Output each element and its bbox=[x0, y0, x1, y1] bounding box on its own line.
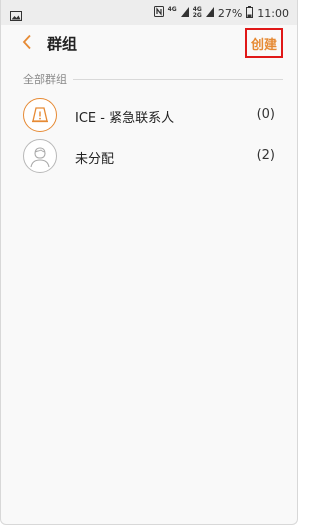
warning-icon bbox=[23, 98, 57, 132]
battery-icon bbox=[246, 5, 254, 21]
signal-icon-1 bbox=[180, 6, 189, 20]
network-type-2: 4G 2G bbox=[192, 6, 202, 19]
network-type-1: 4G bbox=[167, 6, 177, 13]
battery-percent: 27% bbox=[217, 6, 243, 20]
group-name: 未分配 bbox=[75, 152, 115, 167]
status-bar: 4G 4G 2G 27% 11:00 bbox=[1, 0, 297, 25]
app-bar: 群组 创建 bbox=[1, 25, 297, 65]
divider bbox=[73, 78, 283, 80]
section-header: 全部群组 bbox=[23, 72, 283, 86]
create-button[interactable]: 创建 bbox=[245, 28, 283, 58]
group-count: (2) bbox=[256, 148, 275, 163]
signal-icon-2 bbox=[205, 6, 214, 20]
back-button[interactable] bbox=[18, 33, 36, 55]
page-title: 群组 bbox=[47, 35, 78, 53]
person-icon bbox=[23, 139, 57, 173]
nfc-icon bbox=[153, 6, 164, 20]
clock: 11:00 bbox=[257, 6, 289, 20]
app-frame: 4G 4G 2G 27% 11:00 群组 创建 全部群组 ICE - 紧急联系… bbox=[0, 0, 298, 525]
list-item-ice[interactable]: ICE - 紧急联系人 (0) bbox=[1, 96, 297, 136]
gallery-notification-icon bbox=[10, 6, 22, 25]
group-count: (0) bbox=[256, 107, 275, 122]
group-name: ICE - 紧急联系人 bbox=[75, 111, 175, 126]
chevron-left-icon bbox=[22, 34, 32, 54]
list-item-unassigned[interactable]: 未分配 (2) bbox=[1, 137, 297, 177]
section-label: 全部群组 bbox=[23, 73, 67, 86]
